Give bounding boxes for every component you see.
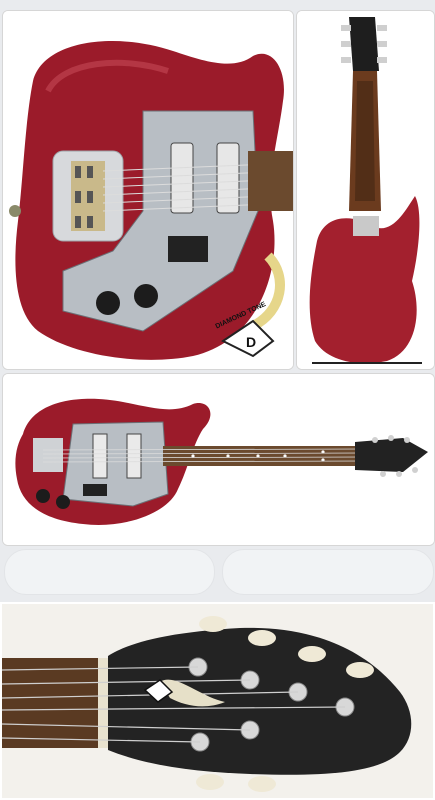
loading-placeholder-left[interactable] [4,549,215,595]
logo-letter: D [246,334,256,350]
diamond-tone-logo: D DIAMOND TONE [215,252,285,358]
guitar-back-image[interactable] [296,10,435,370]
guitar-headstock-image[interactable] [0,602,435,800]
loading-placeholder-right[interactable] [222,549,434,595]
guitar-front-closeup-image[interactable]: D DIAMOND TONE [2,10,294,370]
guitar-full-front-graphic [3,374,434,545]
guitar-full-front-image[interactable] [2,373,435,546]
guitar-back-graphic [297,11,434,369]
guitar-headstock-graphic [0,602,435,800]
